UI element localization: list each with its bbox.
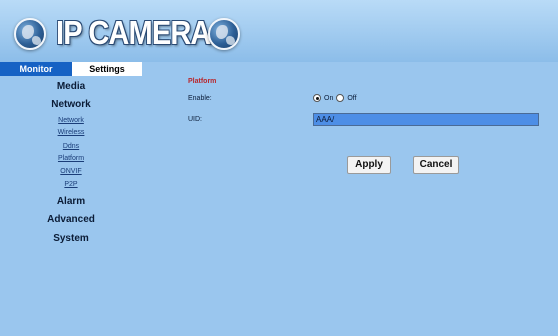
enable-radio-group: On Off	[313, 94, 360, 102]
enable-on-label: On	[324, 94, 334, 102]
settings-panel: Platform Enable: On Off UID: Apply Cance…	[142, 62, 558, 336]
app-header: IP CAMERA	[0, 0, 558, 62]
apply-button[interactable]: Apply	[347, 156, 391, 174]
uid-input[interactable]	[313, 113, 539, 126]
menu-alarm[interactable]: Alarm	[0, 196, 142, 207]
globe-icon	[208, 18, 240, 50]
enable-on-radio[interactable]	[313, 94, 321, 102]
menu-network-platform[interactable]: Platform	[0, 155, 142, 162]
menu-network-network[interactable]: Network	[0, 117, 142, 124]
enable-off-radio[interactable]	[336, 94, 345, 102]
tab-monitor[interactable]: Monitor	[0, 62, 72, 76]
uid-label: UID:	[188, 116, 202, 123]
tab-settings[interactable]: Settings	[72, 62, 142, 76]
globe-icon	[14, 18, 46, 50]
app-title: IP CAMERA	[56, 14, 211, 51]
sidebar: Monitor Settings Media Network Network W…	[0, 62, 142, 336]
menu-network[interactable]: Network	[0, 99, 142, 110]
section-title: Platform	[188, 78, 217, 85]
enable-label: Enable:	[188, 95, 212, 102]
menu-network-onvif[interactable]: ONVIF	[0, 168, 142, 175]
menu-media[interactable]: Media	[0, 81, 142, 92]
menu-network-wireless[interactable]: Wireless	[0, 129, 142, 136]
cancel-button[interactable]: Cancel	[413, 156, 459, 174]
menu-network-ddns[interactable]: Ddns	[0, 143, 142, 150]
menu-advanced[interactable]: Advanced	[0, 214, 142, 225]
menu-system[interactable]: System	[0, 233, 142, 244]
tab-bar: Monitor Settings	[0, 62, 142, 76]
menu-network-p2p[interactable]: P2P	[0, 181, 142, 188]
enable-off-label: Off	[347, 94, 357, 102]
